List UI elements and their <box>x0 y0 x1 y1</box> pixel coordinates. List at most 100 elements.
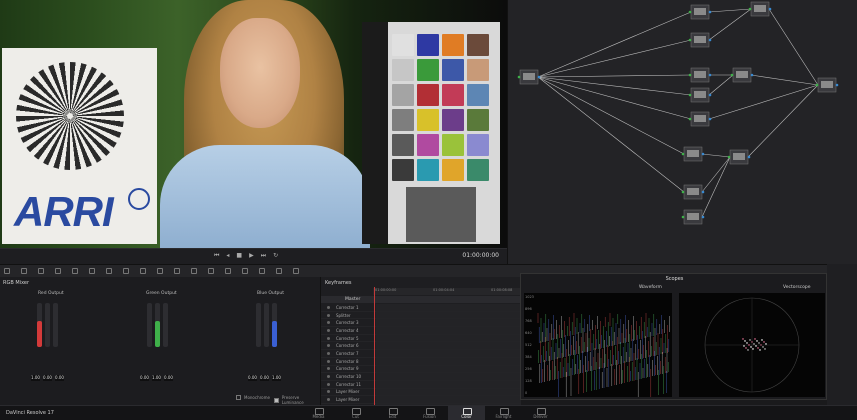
track-enable-icon[interactable] <box>327 382 330 386</box>
node-graph[interactable] <box>508 0 857 264</box>
viewer-canvas[interactable]: ARRI <box>0 0 507 248</box>
keyframe-track-row[interactable]: Corrector 9 <box>321 365 521 374</box>
track-enable-icon[interactable] <box>327 390 330 394</box>
keyframe-track-row[interactable]: Corrector 10 <box>321 373 521 381</box>
node-port[interactable] <box>708 10 712 14</box>
track-lane[interactable] <box>376 350 521 357</box>
track-lane[interactable] <box>376 388 521 396</box>
monochrome-checkbox[interactable]: Monochrome <box>236 395 270 400</box>
tool-icon[interactable] <box>225 268 231 274</box>
node-port[interactable] <box>835 83 839 87</box>
left-scope-select[interactable]: Waveform <box>639 285 662 290</box>
keyframe-track-row[interactable]: Corrector 1 <box>321 304 521 312</box>
tool-icon[interactable] <box>174 268 180 274</box>
fader[interactable] <box>163 303 168 347</box>
node-port[interactable] <box>701 152 705 156</box>
tool-icon[interactable] <box>242 268 248 274</box>
track-lane[interactable] <box>376 373 521 380</box>
track-lane[interactable] <box>376 304 521 311</box>
node-port[interactable] <box>701 215 705 219</box>
value-field[interactable]: 0.00 <box>55 375 64 381</box>
page-tab-fairlight[interactable]: Fairlight <box>485 406 522 420</box>
track-enable-icon[interactable] <box>327 321 330 325</box>
fader[interactable] <box>155 303 160 347</box>
track-lane[interactable] <box>376 357 521 365</box>
track-enable-icon[interactable] <box>327 351 330 355</box>
keyframe-track-row[interactable]: Corrector 8 <box>321 357 521 366</box>
value-field[interactable]: 1.00 <box>272 375 281 381</box>
track-lane[interactable] <box>376 342 521 350</box>
tool-icon[interactable] <box>259 268 265 274</box>
fader[interactable] <box>264 303 269 347</box>
play-icon[interactable]: ▶ <box>249 252 254 260</box>
node-port[interactable] <box>708 73 712 77</box>
node-port[interactable] <box>730 73 734 77</box>
track-lane[interactable] <box>376 311 521 319</box>
red-output-faders[interactable] <box>37 303 58 347</box>
green-output-faders[interactable] <box>147 303 168 347</box>
keyframe-track-row[interactable]: Corrector 5 <box>321 334 521 343</box>
tool-icon[interactable] <box>89 268 95 274</box>
fader[interactable] <box>147 303 152 347</box>
skip-forward-icon[interactable]: ⏭ <box>261 252 266 260</box>
node-port[interactable] <box>688 38 692 42</box>
node-port[interactable] <box>681 190 685 194</box>
keyframe-track-row[interactable]: Corrector 3 <box>321 319 521 328</box>
tool-icon[interactable] <box>106 268 112 274</box>
track-enable-icon[interactable] <box>327 328 330 332</box>
fader[interactable] <box>37 303 42 347</box>
node-port[interactable] <box>681 152 685 156</box>
node-port[interactable] <box>681 215 685 219</box>
keyframe-track-row[interactable]: Layer Mixer <box>321 388 521 397</box>
node-port[interactable] <box>701 190 705 194</box>
keyframe-track-row[interactable]: Splitter <box>321 311 521 320</box>
tool-icon[interactable] <box>38 268 44 274</box>
tool-icon[interactable] <box>208 268 214 274</box>
blue-output-faders[interactable] <box>256 303 277 347</box>
tool-icon[interactable] <box>72 268 78 274</box>
track-enable-icon[interactable] <box>327 367 330 371</box>
fader[interactable] <box>272 303 277 347</box>
track-enable-icon[interactable] <box>327 313 330 317</box>
track-lane[interactable] <box>376 334 521 342</box>
page-tab-deliver[interactable]: Deliver <box>522 406 559 420</box>
fader[interactable] <box>53 303 58 347</box>
keyframe-track-row[interactable]: Layer Mixer <box>321 396 521 404</box>
node-port[interactable] <box>747 155 751 159</box>
fader[interactable] <box>256 303 261 347</box>
keyframes-master-row[interactable]: Master <box>321 296 521 303</box>
tool-icon[interactable] <box>293 268 299 274</box>
page-tab-color[interactable]: Color <box>448 406 485 420</box>
node-port[interactable] <box>708 38 712 42</box>
node-port[interactable] <box>750 73 754 77</box>
page-tab-edit[interactable]: Edit <box>374 406 411 420</box>
tool-icon[interactable] <box>123 268 129 274</box>
page-tab-cut[interactable]: Cut <box>337 406 374 420</box>
track-enable-icon[interactable] <box>327 336 330 340</box>
fader[interactable] <box>45 303 50 347</box>
page-tab-fusion[interactable]: Fusion <box>411 406 448 420</box>
keyframe-track-row[interactable]: Corrector 11 <box>321 380 521 389</box>
tool-icon[interactable] <box>4 268 10 274</box>
value-field[interactable]: 1.00 <box>152 375 161 381</box>
loop-icon[interactable]: ↻ <box>273 252 278 260</box>
value-field[interactable]: 0.00 <box>260 375 269 381</box>
value-field[interactable]: 0.00 <box>140 375 149 381</box>
track-enable-icon[interactable] <box>327 375 330 379</box>
track-enable-icon[interactable] <box>327 344 330 348</box>
node-port[interactable] <box>708 93 712 97</box>
track-lane[interactable] <box>376 396 521 403</box>
tool-icon[interactable] <box>21 268 27 274</box>
value-field[interactable]: 0.00 <box>164 375 173 381</box>
node-port[interactable] <box>768 7 772 11</box>
node-port[interactable] <box>688 93 692 97</box>
skip-back-icon[interactable]: ⏮ <box>214 252 219 260</box>
tool-icon[interactable] <box>140 268 146 274</box>
track-lane[interactable] <box>376 319 521 327</box>
value-field[interactable]: 0.00 <box>248 375 257 381</box>
node-port[interactable] <box>815 83 819 87</box>
node-port[interactable] <box>517 75 521 79</box>
node-port[interactable] <box>727 155 731 159</box>
node-port[interactable] <box>688 10 692 14</box>
value-field[interactable]: 0.00 <box>43 375 52 381</box>
